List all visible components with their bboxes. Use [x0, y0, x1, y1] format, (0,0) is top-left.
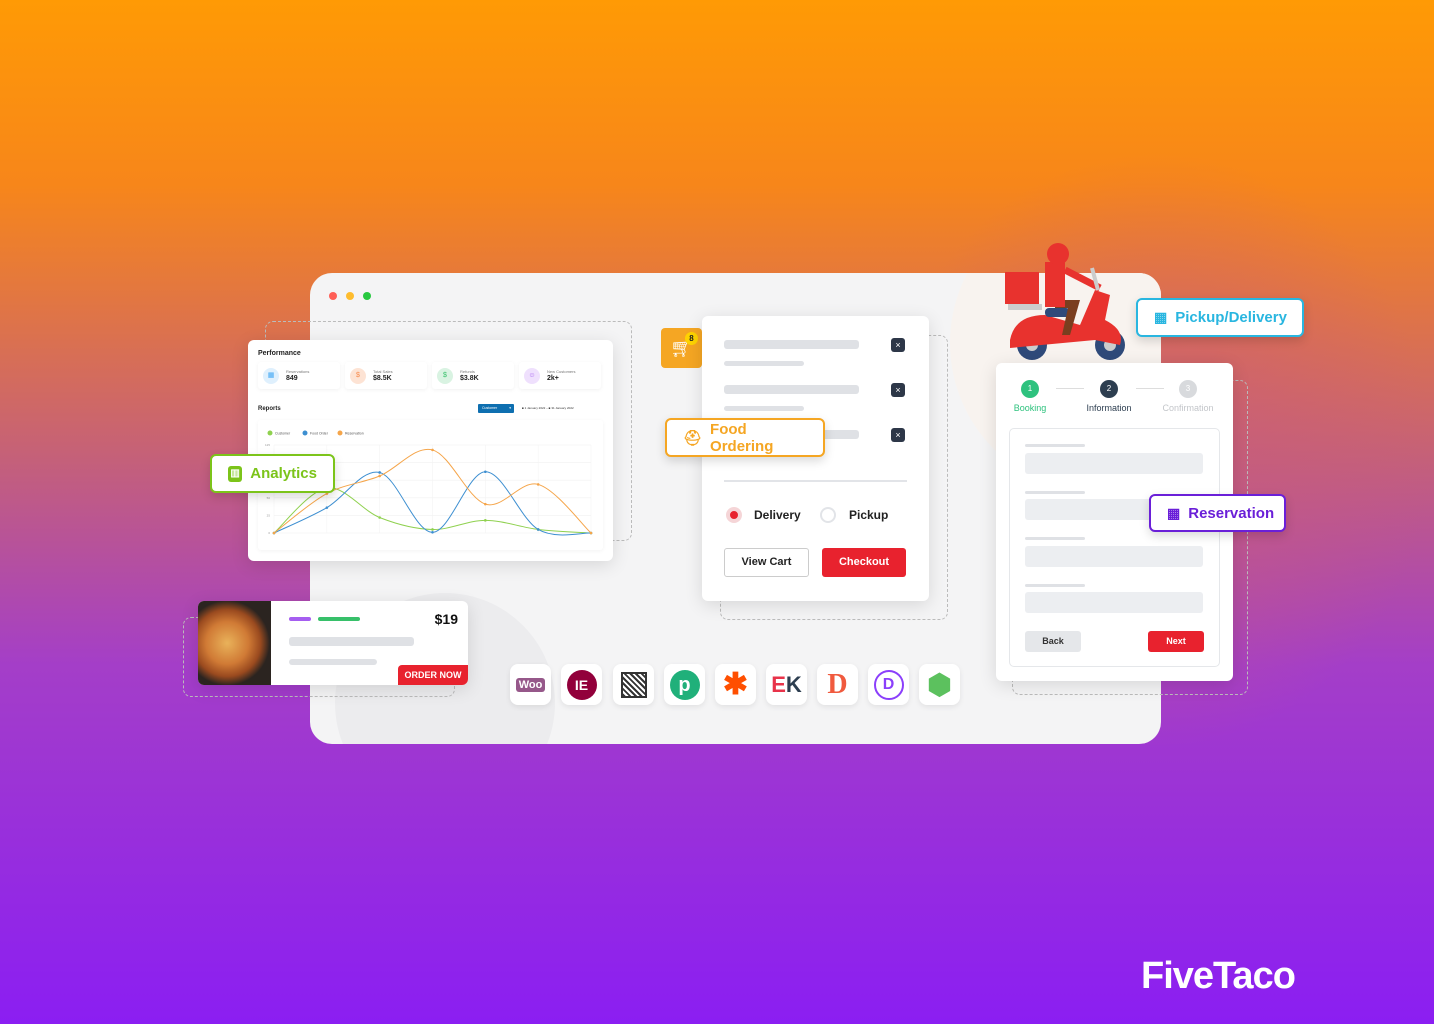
delivery-radio[interactable] — [726, 507, 742, 523]
price: $19 — [434, 611, 458, 627]
step-2-label: Information — [1086, 403, 1132, 413]
form-input[interactable] — [1025, 453, 1203, 474]
pizza-image — [198, 601, 271, 685]
y-tick-label: 125 — [265, 443, 270, 447]
legend-marker — [267, 430, 273, 436]
step-2[interactable]: 2 — [1100, 380, 1118, 398]
window-close-dot[interactable] — [329, 292, 337, 300]
step-1-label: Booking — [1013, 403, 1047, 413]
data-point — [536, 483, 540, 486]
step-3[interactable]: 3 — [1179, 380, 1197, 398]
remove-item-button[interactable]: × — [891, 338, 905, 352]
step-1[interactable]: 1 — [1021, 380, 1039, 398]
dollar-icon: $ — [350, 368, 366, 384]
refund-icon: $ — [437, 368, 453, 384]
pickup-label: Pickup — [849, 508, 889, 522]
user-icon: ☺ — [524, 368, 540, 384]
calendar-icon: ▦ — [263, 368, 279, 384]
woocommerce-logo: Woo — [510, 664, 551, 705]
calendar-icon: ▦ — [1167, 504, 1181, 521]
legend-label: Reservation — [345, 431, 364, 435]
legend-label: Food Order — [310, 431, 329, 435]
delivery-scooter-illustration — [1005, 243, 1125, 360]
legend-marker — [302, 430, 308, 436]
y-tick-label: 50 — [267, 496, 271, 500]
fivetaco-logo: FiveTaco — [1141, 955, 1296, 997]
form-body: Back Next — [1009, 428, 1220, 667]
divi-logo: D — [868, 664, 909, 705]
data-point — [378, 471, 381, 474]
gutenberg-logo: ⬢ — [919, 664, 960, 705]
form-input[interactable] — [1025, 546, 1203, 567]
legend-label: Customer — [275, 431, 291, 435]
y-tick-label: 0 — [268, 531, 270, 535]
stat-refunds: $ Refunds $3.8K — [432, 362, 514, 389]
food-item-card: $19 ORDER NOW — [198, 601, 468, 685]
data-point — [431, 530, 434, 534]
legend-marker — [337, 430, 343, 436]
food-ordering-tag: ⛑︎ Food Ordering — [665, 418, 825, 457]
data-point — [272, 531, 276, 535]
stat-new-customers: ☺ New Customers 2k+ — [519, 362, 601, 389]
analytics-tag: ▥ Analytics — [210, 454, 335, 493]
pickup-delivery-tag: ▦ Pickup/Delivery — [1136, 298, 1304, 337]
stat-reservations: ▦ Reservations 849 — [258, 362, 340, 389]
qr-code-logo — [613, 664, 654, 705]
cart-panel: × × × Delivery Pickup View Cart Checkout — [702, 316, 929, 601]
y-tick-label: 25 — [267, 513, 271, 517]
elementor-logo: IE — [561, 664, 602, 705]
pickup-radio[interactable] — [820, 507, 836, 523]
data-point — [431, 528, 434, 531]
window-maximize-dot[interactable] — [363, 292, 371, 300]
zapier-logo: ✱ — [715, 664, 756, 705]
remove-item-button[interactable]: × — [891, 428, 905, 442]
reports-title: Reports — [258, 406, 281, 412]
cart-icon[interactable]: 🛒︎ 8 — [661, 328, 702, 368]
next-button[interactable]: Next — [1148, 631, 1204, 652]
data-point — [589, 531, 593, 535]
order-now-button[interactable]: ORDER NOW — [398, 665, 468, 685]
data-point — [378, 516, 381, 519]
data-point — [484, 502, 487, 506]
data-point — [325, 506, 329, 509]
calendar-icon: ▦ — [1154, 309, 1168, 325]
report-filter-select[interactable]: Customer ▾ — [478, 404, 514, 413]
back-button[interactable]: Back — [1025, 631, 1081, 652]
analytics-dashboard: Performance ▦ Reservations 849 $ Total Sale… — [248, 340, 613, 561]
date-range-picker[interactable]: ■ 1 January 2022 – ■ 31 January 2022 — [518, 404, 602, 413]
reservation-tag: ▦ Reservation — [1149, 494, 1286, 532]
delivery-label: Delivery — [754, 508, 801, 522]
form-input[interactable] — [1025, 592, 1203, 613]
elementskit-logo: EK — [766, 664, 807, 705]
step-3-label: Confirmation — [1162, 403, 1214, 413]
checkout-button[interactable]: Checkout — [822, 548, 906, 577]
stat-total-sales: $ Total Sales $8.5K — [345, 362, 427, 389]
data-point — [484, 519, 487, 522]
data-point — [536, 528, 540, 531]
data-point — [431, 448, 434, 452]
window-minimize-dot[interactable] — [346, 292, 354, 300]
pabbly-logo: p — [664, 664, 705, 705]
view-cart-button[interactable]: View Cart — [724, 548, 809, 577]
cloche-icon: ⛑︎ — [683, 429, 703, 447]
bar-chart-icon: ▥ — [228, 465, 243, 482]
data-point — [378, 474, 381, 478]
cart-badge: 8 — [685, 332, 698, 345]
remove-item-button[interactable]: × — [891, 383, 905, 397]
performance-title: Performance — [258, 350, 301, 357]
data-point — [484, 470, 487, 474]
dokan-logo: D — [817, 664, 858, 705]
